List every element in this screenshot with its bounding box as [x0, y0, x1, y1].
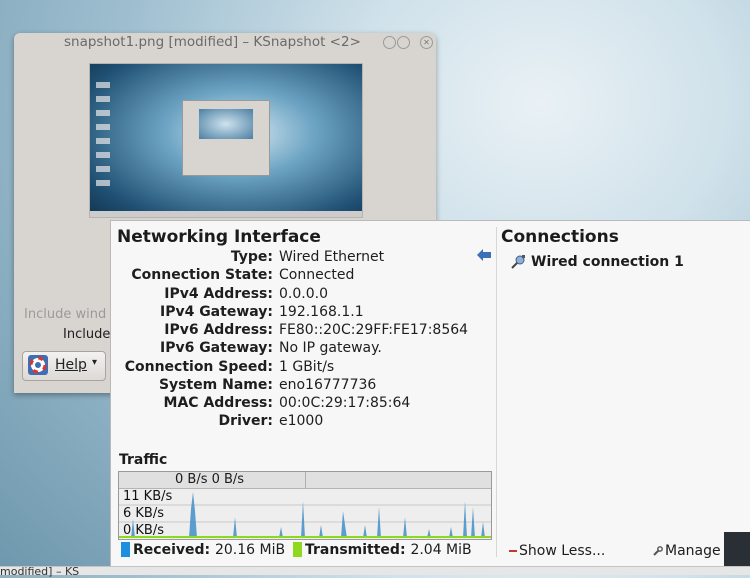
- preview-desktop-icons: [96, 82, 110, 192]
- traffic-label: Traffic: [119, 452, 168, 468]
- lifebuoy-icon: [28, 355, 48, 375]
- preview-nested-image: [199, 109, 253, 139]
- field-value: eno16777736: [279, 377, 377, 393]
- field-key: Connection State:: [131, 267, 273, 283]
- field-key: Connection Speed:: [124, 359, 273, 375]
- transmitted-swatch: [293, 542, 302, 557]
- minus-icon: [509, 550, 517, 552]
- system-tray-icon[interactable]: [724, 532, 750, 566]
- field-key: Type:: [230, 249, 273, 265]
- field-key: IPv4 Address:: [164, 286, 273, 302]
- network-panel: Networking Interface Type: Connection St…: [110, 220, 750, 568]
- traffic-graph: 0 B/s 0 B/s 11 KB/s 6 KB/s 0 KB/s: [118, 471, 492, 540]
- field-key: IPv6 Gateway:: [159, 340, 273, 356]
- field-value: 1 GBit/s: [279, 359, 335, 375]
- wrench-icon: [653, 546, 663, 556]
- networking-interface-title: Networking Interface: [117, 227, 321, 247]
- received-swatch: [121, 542, 130, 557]
- field-value: 192.168.1.1: [279, 304, 364, 320]
- window-title: snapshot1.png [modified] – KSnapshot <2>: [64, 34, 361, 50]
- field-value: 00:0C:29:17:85:64: [279, 395, 411, 411]
- transmitted-label: Transmitted:: [305, 542, 406, 558]
- field-value: FE80::20C:29FF:FE17:8564: [279, 322, 469, 338]
- back-arrow-icon[interactable]: [477, 249, 491, 261]
- scale-label-low: 0 KB/s: [123, 523, 164, 538]
- network-plug-icon: [511, 255, 525, 269]
- help-window-icon[interactable]: [383, 36, 396, 49]
- field-key: IPv6 Address:: [164, 322, 273, 338]
- traffic-rates: 0 B/s 0 B/s: [175, 472, 245, 487]
- field-value: e1000: [279, 413, 324, 429]
- show-less-button[interactable]: Show Less...: [509, 543, 605, 559]
- scale-label-high: 11 KB/s: [123, 489, 173, 504]
- chevron-down-icon: ▾: [92, 357, 98, 368]
- traffic-graph-header-divider: [305, 472, 306, 488]
- field-key: System Name:: [158, 377, 273, 393]
- ksnapshot-titlebar[interactable]: snapshot1.png [modified] – KSnapshot <2>…: [14, 33, 436, 53]
- help-button-label: Help: [55, 357, 87, 373]
- connection-item-label: Wired connection 1: [531, 254, 684, 270]
- connections-title: Connections: [501, 227, 619, 247]
- field-key: Driver:: [218, 413, 273, 429]
- preview-taskbar: [90, 211, 362, 217]
- field-key: IPv4 Gateway:: [159, 304, 273, 320]
- include-window-label: Include wind: [24, 307, 107, 322]
- help-button[interactable]: Help ▾: [22, 351, 106, 381]
- received-label: Received:: [133, 542, 211, 558]
- field-value: No IP gateway.: [279, 340, 382, 356]
- include-label: Include: [63, 327, 111, 342]
- transmitted-value: 2.04 MiB: [410, 542, 472, 558]
- received-value: 20.16 MiB: [214, 542, 286, 558]
- minimize-icon[interactable]: [397, 36, 410, 49]
- field-key: MAC Address:: [163, 395, 273, 411]
- snapshot-preview[interactable]: [89, 63, 363, 218]
- scale-label-mid: 6 KB/s: [123, 506, 164, 521]
- field-value: Wired Ethernet: [279, 249, 385, 265]
- field-value: 0.0.0.0: [279, 286, 328, 302]
- close-icon[interactable]: ✕: [420, 36, 433, 49]
- panel-divider: [496, 227, 497, 557]
- field-value: Connected: [279, 267, 355, 283]
- taskbar-item[interactable]: modified] – KS: [0, 565, 79, 578]
- traffic-plot: [119, 492, 491, 538]
- show-less-label: Show Less...: [519, 543, 606, 559]
- preview-nested-window: [182, 100, 270, 176]
